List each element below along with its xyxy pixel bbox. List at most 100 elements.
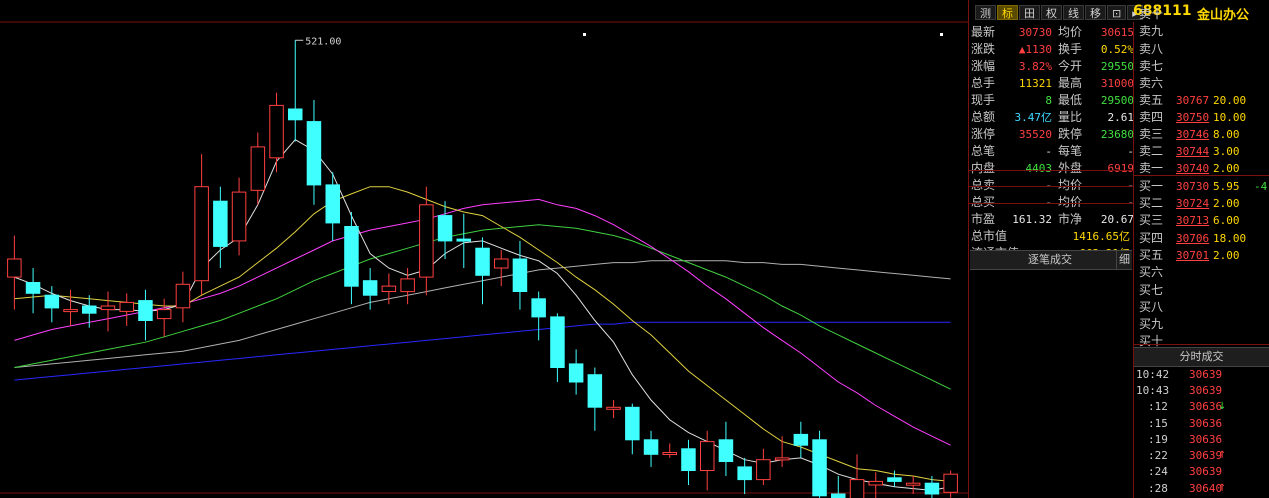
quote-value: 0.52% bbox=[1100, 43, 1134, 56]
quote-value: 4403 bbox=[1025, 162, 1053, 175]
candle-up bbox=[231, 191, 247, 242]
orderbook-price[interactable]: 30713 bbox=[1176, 212, 1209, 229]
candle-down bbox=[887, 477, 902, 482]
orderbook-volume: 2.00 bbox=[1213, 197, 1240, 210]
candle-down bbox=[362, 280, 378, 296]
up-arrow-icon: ↑ bbox=[1218, 483, 1227, 494]
quote-value: 2.61 bbox=[1107, 111, 1135, 124]
candle-down bbox=[82, 305, 97, 314]
marker-dot bbox=[583, 33, 586, 36]
candle-up bbox=[849, 479, 865, 498]
orderbook-price[interactable]: 30706 bbox=[1176, 230, 1209, 247]
trades-header-label: 逐笔成交 bbox=[1028, 253, 1072, 266]
orderbook-level-label: 买七 bbox=[1139, 283, 1164, 297]
candle-down bbox=[924, 482, 940, 495]
tick-price: 30636 bbox=[1189, 433, 1223, 446]
separator bbox=[1133, 344, 1269, 345]
tick-time: :28 bbox=[1148, 482, 1168, 495]
candle-down bbox=[550, 316, 565, 368]
orderbook-level-label: 卖五 bbox=[1139, 93, 1164, 107]
candle-down bbox=[718, 439, 734, 462]
tick-time: :12 bbox=[1148, 400, 1168, 413]
toolbar-button[interactable]: 标 bbox=[997, 5, 1018, 20]
kline-chart[interactable]: 521.00286.50 bbox=[0, 0, 968, 498]
quote-value: 35520 bbox=[1018, 128, 1052, 141]
candle-down bbox=[587, 374, 603, 408]
quote-value: 29500 bbox=[1100, 94, 1134, 107]
candle-down bbox=[306, 121, 322, 186]
quote-value: 161.32 bbox=[1012, 213, 1052, 226]
toolbar-button[interactable]: 权 bbox=[1041, 5, 1062, 20]
candle-up bbox=[156, 309, 172, 320]
quote-value: 6919 bbox=[1107, 162, 1135, 175]
trades-detail-label: 细 bbox=[1119, 253, 1130, 266]
toolbar-button[interactable]: 移 bbox=[1085, 5, 1106, 20]
ticks-header[interactable]: 分时成交 bbox=[1134, 347, 1269, 367]
toolbar-button[interactable]: 田 bbox=[1019, 5, 1040, 20]
trades-header[interactable]: 逐笔成交 bbox=[970, 250, 1130, 270]
orderbook-volume: 2.00 bbox=[1213, 249, 1240, 262]
quote-value: 3.47亿 bbox=[1014, 111, 1053, 124]
ma-line-ma120 bbox=[14, 321, 951, 381]
orderbook-price[interactable]: 30767 bbox=[1176, 92, 1209, 109]
orderbook-volume: 10.00 bbox=[1213, 111, 1247, 124]
orderbook-level-label: 卖六 bbox=[1139, 76, 1164, 90]
ma-line-ma10 bbox=[14, 186, 951, 482]
candle-up bbox=[700, 441, 715, 472]
candle-down bbox=[344, 226, 359, 287]
toolbar-button[interactable]: 线 bbox=[1063, 5, 1084, 20]
down-arrow-icon: ↓ bbox=[1218, 401, 1227, 412]
quote-value: 30615 bbox=[1100, 26, 1134, 39]
trades-detail-button[interactable]: 细 bbox=[1116, 250, 1132, 270]
tick-time: 10:43 bbox=[1136, 384, 1170, 397]
quote-value: - bbox=[1127, 145, 1134, 158]
candle-up bbox=[194, 186, 209, 282]
candle-up bbox=[756, 459, 771, 481]
orderbook-price[interactable]: 30744 bbox=[1176, 143, 1209, 160]
kline-chart-panel[interactable]: 521.00286.50 bbox=[0, 0, 968, 498]
quote-value: 23680 bbox=[1100, 128, 1134, 141]
tick-time: :19 bbox=[1148, 433, 1168, 446]
quote-value: 8 bbox=[1045, 94, 1052, 107]
candle-up bbox=[250, 146, 266, 191]
orderbook-level-label: 卖八 bbox=[1139, 42, 1164, 56]
orderbook-price[interactable]: 30750 bbox=[1176, 109, 1209, 126]
chart-toolbar: 测标田权线移 ⊡ ▸ bbox=[975, 4, 1144, 21]
orderbook-volume: 18.00 bbox=[1213, 232, 1247, 245]
candle-down bbox=[44, 294, 60, 309]
orderbook-price[interactable]: 30724 bbox=[1176, 195, 1209, 212]
candle-up bbox=[868, 480, 883, 486]
candle-up bbox=[494, 258, 509, 269]
quote-value: 11321 bbox=[1018, 77, 1052, 90]
toolbar-button[interactable]: ⊡ bbox=[1107, 5, 1127, 20]
toolbar-button[interactable]: 测 bbox=[975, 5, 996, 20]
orderbook-volume: 6.00 bbox=[1213, 214, 1240, 227]
orderbook-price[interactable]: 30746 bbox=[1176, 126, 1209, 143]
orderbook-level-label: 买四 bbox=[1139, 231, 1164, 245]
candle-down bbox=[288, 108, 303, 121]
orderbook-level-label: 买九 bbox=[1139, 317, 1164, 331]
candle-up bbox=[119, 301, 134, 312]
orderbook-volume: 8.00 bbox=[1213, 128, 1240, 141]
candle-up bbox=[7, 258, 22, 278]
up-arrow-icon: ↑ bbox=[1218, 450, 1227, 461]
high-price-label: 521.00 bbox=[305, 36, 341, 47]
separator bbox=[969, 170, 1133, 171]
orderbook-level-label: 买五 bbox=[1139, 248, 1164, 262]
candle-down bbox=[531, 298, 546, 318]
quote-value: 31000 bbox=[1100, 77, 1134, 90]
quote-value: 30730 bbox=[1018, 26, 1052, 39]
marker-dot bbox=[940, 33, 943, 36]
candle-up bbox=[905, 482, 921, 486]
quote-value: - bbox=[1045, 145, 1052, 158]
quote-value: 29550 bbox=[1100, 60, 1134, 73]
candle-up bbox=[943, 473, 958, 493]
orderbook-price[interactable]: 30740 bbox=[1176, 160, 1209, 177]
orderbook-price[interactable]: 30701 bbox=[1176, 247, 1209, 264]
candle-up bbox=[662, 452, 677, 455]
orderbook-level-label: 卖三 bbox=[1139, 127, 1164, 141]
orderbook-level-label: 买八 bbox=[1139, 300, 1164, 314]
orderbook-extra: -4 bbox=[1254, 180, 1268, 193]
candle-down bbox=[325, 184, 340, 224]
orderbook-price[interactable]: 30730 bbox=[1176, 178, 1209, 195]
